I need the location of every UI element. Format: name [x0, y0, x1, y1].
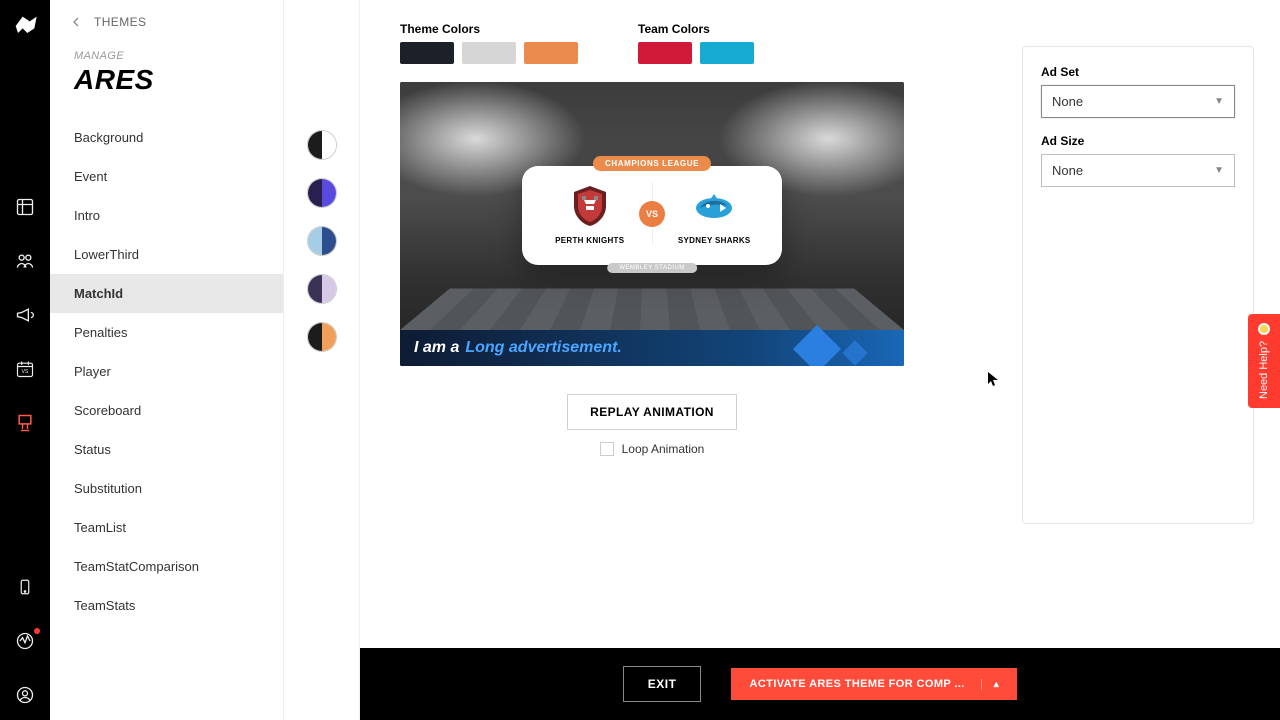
footer-bar: EXIT ACTIVATE ARES THEME FOR COMP ... ▴ [360, 648, 1280, 720]
team-color-chip-0[interactable] [638, 42, 692, 64]
users-icon[interactable] [14, 250, 36, 272]
app-logo [11, 12, 39, 40]
team-color-chips [638, 42, 754, 64]
sidebar-item-intro[interactable]: Intro [50, 196, 283, 235]
dashboard-icon[interactable] [14, 196, 36, 218]
sidebar-item-substitution[interactable]: Substitution [50, 469, 283, 508]
ad-bar: I am a Long advertisement. [400, 330, 904, 366]
sidebar-items: BackgroundEventIntroLowerThirdMatchIdPen… [50, 118, 283, 625]
activity-icon[interactable] [14, 630, 36, 652]
sidebar-item-teamstatcomparison[interactable]: TeamStatComparison [50, 547, 283, 586]
adset-value: None [1052, 94, 1083, 109]
variant-swatch-3[interactable] [307, 274, 337, 304]
main-workspace: Theme Colors Team Colors CHAMPIONS LEAGU… [360, 0, 1280, 720]
match-card: CHAMPIONS LEAGUE PERTH KNIGHTS SYDNEY SH… [522, 166, 782, 265]
sidebar-item-background[interactable]: Background [50, 118, 283, 157]
chevron-down-icon: ▼ [1214, 96, 1224, 107]
ad-text-prefix: I am a [414, 339, 459, 357]
chevron-down-icon: ▼ [1214, 165, 1224, 176]
sidebar-item-teamlist[interactable]: TeamList [50, 508, 283, 547]
exit-button[interactable]: EXIT [623, 666, 702, 702]
variant-swatch-2[interactable] [307, 226, 337, 256]
activate-button[interactable]: ACTIVATE ARES THEME FOR COMP ... ▴ [731, 668, 1017, 700]
theme-color-chip-0[interactable] [400, 42, 454, 64]
team-b-name: SYDNEY SHARKS [678, 236, 751, 245]
adsize-select[interactable]: None ▼ [1041, 154, 1235, 187]
icon-rail: VS [0, 0, 50, 720]
team-a-name: PERTH KNIGHTS [555, 236, 624, 245]
sidebar: THEMES MANAGE ARES BackgroundEventIntroL… [50, 0, 284, 720]
variant-swatch-0[interactable] [307, 130, 337, 160]
activate-label: ACTIVATE ARES THEME FOR COMP ... [749, 678, 964, 690]
sidebar-item-event[interactable]: Event [50, 157, 283, 196]
variant-swatch-1[interactable] [307, 178, 337, 208]
manage-label: MANAGE [50, 32, 283, 62]
help-label: Need Help? [1258, 341, 1270, 399]
team-b: SYDNEY SHARKS [657, 182, 773, 245]
theme-title: ARES [50, 62, 283, 110]
team-color-chip-1[interactable] [700, 42, 754, 64]
ad-shapes [734, 330, 894, 366]
team-colors-label: Team Colors [638, 22, 754, 36]
loop-row: Loop Animation [600, 442, 705, 456]
device-icon[interactable] [14, 576, 36, 598]
team-a: PERTH KNIGHTS [532, 182, 648, 245]
sidebar-item-player[interactable]: Player [50, 352, 283, 391]
preview-canvas: CHAMPIONS LEAGUE PERTH KNIGHTS SYDNEY SH… [400, 82, 904, 366]
variant-column [284, 0, 360, 720]
sidebar-item-penalties[interactable]: Penalties [50, 313, 283, 352]
calendar-vs-icon[interactable]: VS [14, 358, 36, 380]
pitch [400, 289, 904, 330]
breadcrumb[interactable]: THEMES [94, 15, 146, 29]
help-tab[interactable]: Need Help? [1248, 314, 1280, 408]
variant-swatch-4[interactable] [307, 322, 337, 352]
ad-text-highlight: Long advertisement. [465, 339, 621, 357]
settings-panel: Ad Set None ▼ Ad Size None ▼ [1022, 46, 1254, 524]
adsize-value: None [1052, 163, 1083, 178]
adset-label: Ad Set [1041, 65, 1235, 79]
venue-pill: WEMBLEY STADIUM [607, 263, 697, 273]
loop-label: Loop Animation [622, 442, 705, 456]
megaphone-icon[interactable] [14, 304, 36, 326]
svg-text:VS: VS [22, 369, 29, 375]
overlay-icon[interactable] [14, 412, 36, 434]
notification-dot [34, 628, 40, 634]
team-b-logo [690, 182, 738, 230]
help-dot-icon [1258, 323, 1270, 335]
theme-colors-label: Theme Colors [400, 22, 578, 36]
vs-badge: VS [639, 201, 665, 227]
back-arrow-icon[interactable] [68, 14, 84, 30]
theme-color-chips [400, 42, 578, 64]
loop-checkbox[interactable] [600, 442, 614, 456]
profile-icon[interactable] [14, 684, 36, 706]
team-a-logo [566, 182, 614, 230]
adset-select[interactable]: None ▼ [1041, 85, 1235, 118]
caret-up-icon: ▴ [981, 679, 999, 690]
theme-color-chip-1[interactable] [462, 42, 516, 64]
replay-button[interactable]: REPLAY ANIMATION [567, 394, 737, 430]
sidebar-item-teamstats[interactable]: TeamStats [50, 586, 283, 625]
adsize-label: Ad Size [1041, 134, 1235, 148]
sidebar-item-matchid[interactable]: MatchId [50, 274, 283, 313]
sidebar-item-lowerthird[interactable]: LowerThird [50, 235, 283, 274]
theme-color-chip-2[interactable] [524, 42, 578, 64]
league-pill: CHAMPIONS LEAGUE [593, 156, 711, 171]
sidebar-item-status[interactable]: Status [50, 430, 283, 469]
sidebar-item-scoreboard[interactable]: Scoreboard [50, 391, 283, 430]
